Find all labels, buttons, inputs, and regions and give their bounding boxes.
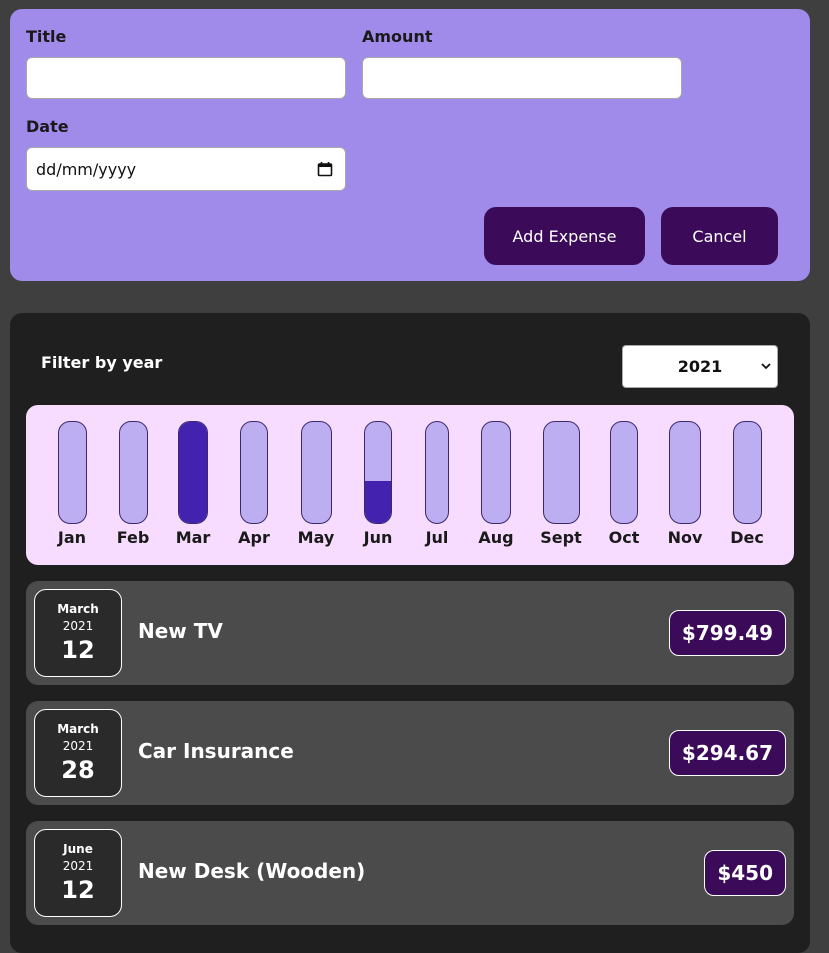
expenses-chart: Jan Feb Mar Apr May Jun Jul Aug Sept Oct Nov Dec	[26, 405, 794, 565]
title-input[interactable]	[26, 57, 346, 99]
expense-month: March	[57, 722, 99, 736]
expense-day: 12	[61, 636, 95, 664]
add-expense-button[interactable]: Add Expense	[484, 207, 645, 265]
chart-bar-may	[300, 421, 332, 524]
expense-item[interactable]: June 2021 12 New Desk (Wooden) $450	[26, 821, 794, 925]
expense-month: March	[57, 602, 99, 616]
chart-bar-jan	[57, 421, 87, 524]
expense-title: New Desk (Wooden)	[138, 859, 366, 883]
selected-year: 2021	[677, 357, 723, 376]
chart-bar-nov	[669, 421, 701, 524]
year-select[interactable]: 2021	[622, 345, 778, 388]
expense-amount: $799.49	[668, 610, 786, 656]
date-label: Date	[26, 117, 69, 136]
chart-label: May	[297, 528, 335, 547]
expense-date: March 2021 12	[34, 589, 122, 677]
expense-day: 12	[61, 876, 95, 904]
date-input[interactable]: dd/mm/yyyy	[26, 147, 346, 191]
chart-bar-mar	[178, 421, 208, 524]
chart-label: Nov	[667, 528, 703, 547]
chart-label: Jan	[57, 528, 87, 547]
chart-bar-fill	[179, 422, 207, 523]
chart-bar-feb	[118, 421, 148, 524]
calendar-icon[interactable]	[317, 161, 333, 177]
expense-day: 28	[61, 756, 95, 784]
expense-date: June 2021 12	[34, 829, 122, 917]
chart-bar-aug	[481, 421, 511, 524]
amount-input[interactable]	[362, 57, 682, 99]
expense-year: 2021	[62, 619, 94, 633]
chart-bar-jul	[425, 421, 449, 524]
chart-label: Aug	[478, 528, 514, 547]
expense-date: March 2021 28	[34, 709, 122, 797]
chart-label: Oct	[608, 528, 640, 547]
chart-label: Jun	[363, 528, 393, 547]
expense-amount: $450	[704, 850, 786, 896]
new-expense-form: Title Amount Date dd/mm/yyyy Add Expense…	[10, 9, 810, 281]
expenses-panel: Filter by year 2021 Jan Feb Mar Apr May Jun Ju…	[10, 313, 810, 953]
expense-year: 2021	[62, 739, 94, 753]
expense-item[interactable]: March 2021 28 Car Insurance $294.67	[26, 701, 794, 805]
chart-label: Dec	[730, 528, 764, 547]
chart-bar-oct	[610, 421, 638, 524]
chart-label: Jul	[425, 528, 449, 547]
cancel-button[interactable]: Cancel	[661, 207, 778, 265]
expense-title: Car Insurance	[138, 739, 294, 763]
expense-item[interactable]: March 2021 12 New TV $799.49	[26, 581, 794, 685]
expense-year: 2021	[62, 859, 94, 873]
chart-bar-jun	[364, 421, 392, 524]
chart-bar-dec	[732, 421, 762, 524]
date-placeholder: dd/mm/yyyy	[36, 159, 137, 179]
chart-bar-fill	[365, 481, 391, 523]
amount-label: Amount	[362, 27, 433, 46]
chart-label: Feb	[116, 528, 150, 547]
filter-label: Filter by year	[41, 353, 163, 372]
title-label: Title	[26, 27, 67, 46]
expense-amount: $294.67	[668, 730, 786, 776]
chart-label: Apr	[238, 528, 270, 547]
chart-bar-apr	[240, 421, 268, 524]
expense-title: New TV	[138, 619, 223, 643]
chart-label: Sept	[540, 528, 582, 547]
chart-bar-sept	[542, 421, 580, 524]
expense-month: June	[63, 842, 93, 856]
chart-label: Mar	[175, 528, 211, 547]
chevron-down-icon	[761, 363, 771, 370]
